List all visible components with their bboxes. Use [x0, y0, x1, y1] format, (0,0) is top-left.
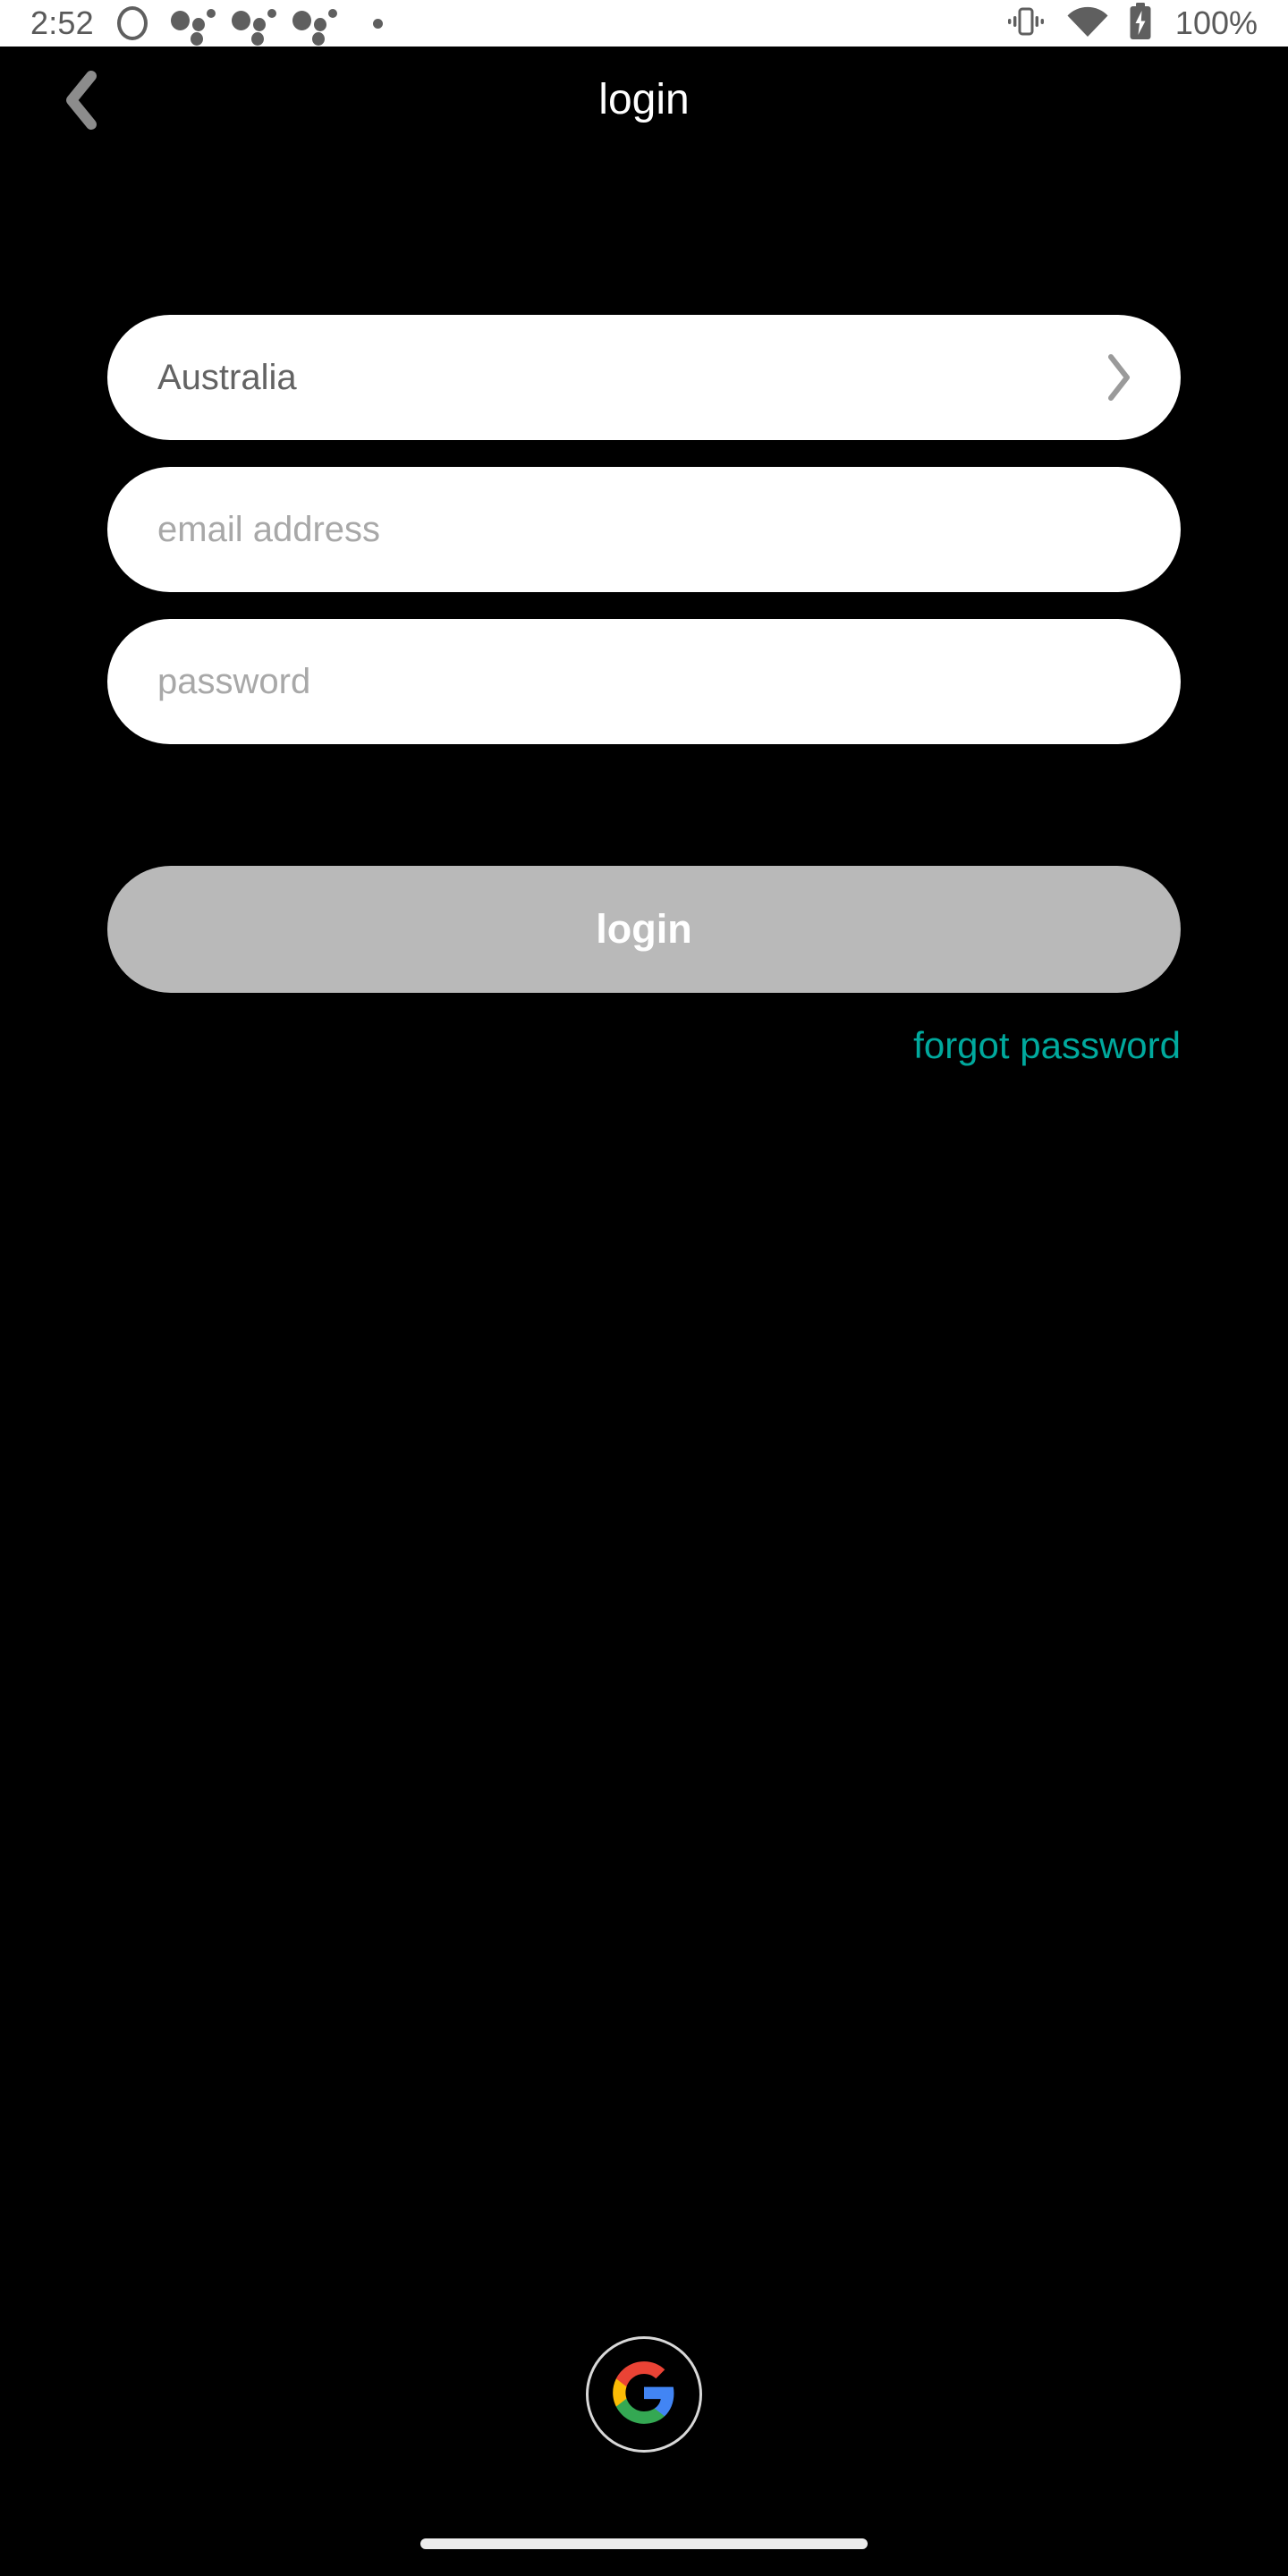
email-field-placeholder: email address [157, 509, 381, 549]
notification-cluster-icon [170, 4, 217, 46]
password-field[interactable]: password [107, 619, 1181, 744]
home-indicator[interactable] [420, 2538, 868, 2549]
status-bar-left: 2:52 [30, 4, 383, 46]
wifi-icon [1066, 4, 1109, 43]
login-form: Australia email address password [107, 315, 1181, 771]
status-bar: 2:52 100% [0, 0, 1288, 47]
password-field-placeholder: password [157, 661, 311, 701]
login-button[interactable]: login [107, 866, 1181, 993]
login-button-label: login [596, 906, 692, 952]
forgot-password-link[interactable]: forgot password [913, 1024, 1181, 1067]
page-title: login [598, 76, 690, 123]
app-header: login [0, 47, 1288, 154]
notification-dot-icon [372, 18, 383, 29]
vibrate-icon [1005, 4, 1046, 44]
battery-percent-label: 100% [1174, 4, 1258, 41]
battery-charging-icon [1129, 2, 1152, 45]
status-bar-right: 100% [1005, 2, 1258, 45]
google-signin-button[interactable] [586, 2336, 702, 2453]
chevron-right-icon [1102, 352, 1134, 403]
notification-cluster-icon [231, 4, 278, 46]
email-field[interactable]: email address [107, 467, 1181, 592]
country-selector-field[interactable]: Australia [107, 315, 1181, 440]
google-g-icon [610, 2359, 678, 2431]
status-bar-clock: 2:52 [30, 4, 94, 41]
country-selector-value: Australia [157, 357, 297, 397]
circle-ring-icon [116, 6, 148, 40]
notification-cluster-icon [292, 4, 339, 46]
